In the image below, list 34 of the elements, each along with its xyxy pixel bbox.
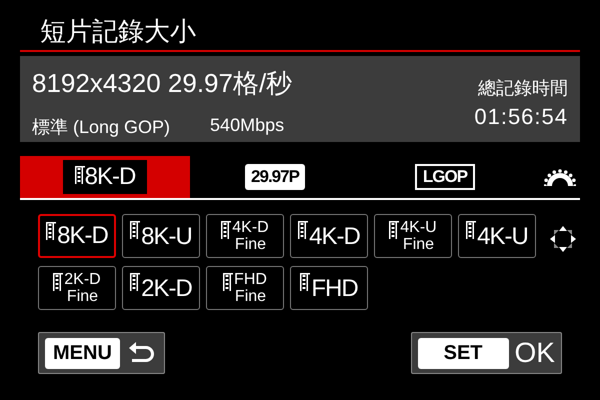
menu-back-button[interactable]: MENU <box>38 332 165 374</box>
size-option[interactable]: FHD Fine <box>206 266 284 310</box>
size-option[interactable]: FHD <box>290 266 368 310</box>
film-icon <box>298 221 308 239</box>
film-icon <box>74 166 85 184</box>
size-option[interactable]: 2K-D <box>122 266 200 310</box>
resolution-text: 8192x4320 29.97格/秒 <box>32 67 292 100</box>
total-time-value: 01:56:54 <box>474 104 568 130</box>
size-option[interactable]: 8K-D <box>38 214 116 258</box>
film-icon <box>389 221 400 239</box>
directional-pad-icon <box>550 226 576 252</box>
size-option[interactable]: 4K-D <box>290 214 368 258</box>
size-option[interactable]: 4K-D Fine <box>206 214 284 258</box>
quality-text: 標準 (Long GOP) <box>32 116 170 139</box>
film-icon <box>53 273 64 291</box>
film-icon <box>130 273 140 291</box>
film-icon <box>221 221 232 239</box>
film-icon <box>130 221 140 239</box>
size-option[interactable]: 2K-D Fine <box>38 266 116 310</box>
size-option[interactable]: 4K-U Fine <box>374 214 452 258</box>
total-time-label: 總記錄時間 <box>478 77 568 100</box>
film-icon <box>223 273 234 291</box>
film-icon <box>300 273 310 291</box>
size-option[interactable]: 4K-U <box>458 214 536 258</box>
setting-tab[interactable]: 29.97P <box>190 156 360 198</box>
set-ok-button[interactable]: SET OK <box>410 332 562 374</box>
menu-title: 短片記錄大小 <box>39 15 197 42</box>
bitrate-text: 540Mbps <box>210 115 284 137</box>
dial-icon <box>544 168 576 186</box>
size-option[interactable]: 8K-U <box>122 214 200 258</box>
film-icon <box>466 221 476 239</box>
setting-tab[interactable]: 8K-D <box>20 156 190 198</box>
film-icon <box>46 222 56 240</box>
setting-tab[interactable]: LGOP <box>360 156 530 198</box>
